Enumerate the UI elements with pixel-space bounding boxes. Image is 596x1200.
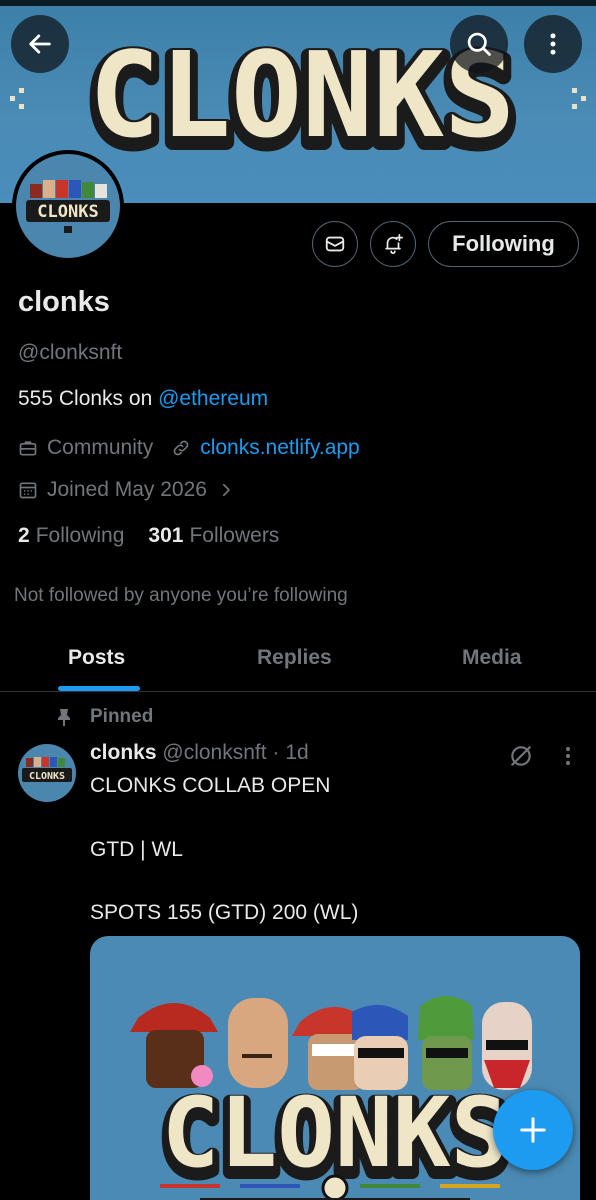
profile-joined-date: Joined May 2026 xyxy=(47,478,207,501)
banner-top-edge xyxy=(0,0,596,6)
following-button[interactable]: Following xyxy=(428,221,579,267)
bell-plus-icon xyxy=(385,233,404,255)
banner-dots-right xyxy=(572,88,586,109)
notifications-button[interactable] xyxy=(370,221,416,267)
followers-count: 301 xyxy=(148,524,184,547)
profile-handle: @clonksnft xyxy=(18,341,123,364)
profile-name: clonks xyxy=(18,286,110,318)
search-icon xyxy=(467,32,491,56)
profile-avatar[interactable]: CLONKS xyxy=(12,150,124,262)
post-time[interactable]: 1d xyxy=(285,741,308,764)
tab-media[interactable]: Media xyxy=(462,646,522,670)
more-vertical-icon xyxy=(550,33,556,55)
profile-bio: 555 Clonks on @ethereum xyxy=(18,387,268,411)
profile-meta-row: Community clonks.netlify.app xyxy=(18,436,360,460)
post-author-name[interactable]: clonks xyxy=(90,741,157,764)
post-author-avatar[interactable]: CLONKS xyxy=(18,744,76,802)
more-options-button[interactable] xyxy=(524,15,582,73)
calendar-icon xyxy=(19,482,37,499)
bio-text: 555 Clonks on xyxy=(18,387,159,410)
post-text-line-2: GTD | WL xyxy=(90,838,183,861)
following-count: 2 xyxy=(18,524,30,547)
follow-stats: 2 Following 301 Followers xyxy=(18,524,303,548)
following-count-link[interactable]: 2 Following xyxy=(18,524,124,548)
post-header: clonks @clonksnft · 1d xyxy=(90,741,309,765)
search-button[interactable] xyxy=(450,15,508,73)
avatar-art: CLONKS xyxy=(26,180,110,233)
post-separator: · xyxy=(272,741,280,764)
active-tab-indicator xyxy=(58,686,140,691)
profile-category: Community xyxy=(47,436,154,459)
post-avatar-logo-text: CLONKS xyxy=(29,771,65,782)
briefcase-icon xyxy=(19,441,37,456)
post-more-icon[interactable] xyxy=(556,744,580,768)
mail-icon xyxy=(325,236,345,252)
post-image-logo-text: CLONKS xyxy=(162,1077,509,1189)
post-text-line-1: CLONKS COLLAB OPEN xyxy=(90,774,331,797)
profile-website-link[interactable]: clonks.netlify.app xyxy=(200,436,360,460)
followers-label: Followers xyxy=(189,524,280,547)
tab-posts[interactable]: Posts xyxy=(68,646,125,670)
back-arrow-icon xyxy=(29,34,51,54)
post-text-line-3: SPOTS 155 (GTD) 200 (WL) xyxy=(90,901,359,924)
post-avatar-art: CLONKS xyxy=(22,757,72,782)
link-icon xyxy=(173,440,189,456)
back-button[interactable] xyxy=(11,15,69,73)
post-author-handle[interactable]: @clonksnft xyxy=(162,741,266,764)
chevron-right-icon xyxy=(222,483,230,497)
pinned-label: Pinned xyxy=(56,706,153,728)
tab-replies[interactable]: Replies xyxy=(257,646,332,670)
pin-icon xyxy=(58,709,70,726)
followers-count-link[interactable]: 301 Followers xyxy=(148,524,279,548)
profile-joined-row[interactable]: Joined May 2026 xyxy=(18,478,244,502)
not-followed-notice: Not followed by anyone you’re following xyxy=(14,585,348,606)
avatar-logo-text: CLONKS xyxy=(37,202,98,222)
compose-post-button[interactable] xyxy=(493,1090,573,1170)
grok-icon[interactable] xyxy=(508,743,534,769)
pinned-text: Pinned xyxy=(90,706,154,727)
avatar-image: CLONKS xyxy=(16,154,120,258)
bio-mention-link[interactable]: @ethereum xyxy=(158,387,268,410)
message-button[interactable] xyxy=(312,221,358,267)
following-label: Following xyxy=(35,524,125,547)
profile-tabs: Posts Replies Media xyxy=(0,632,596,692)
banner-dots-left xyxy=(10,88,24,109)
plus-icon xyxy=(520,1117,546,1143)
